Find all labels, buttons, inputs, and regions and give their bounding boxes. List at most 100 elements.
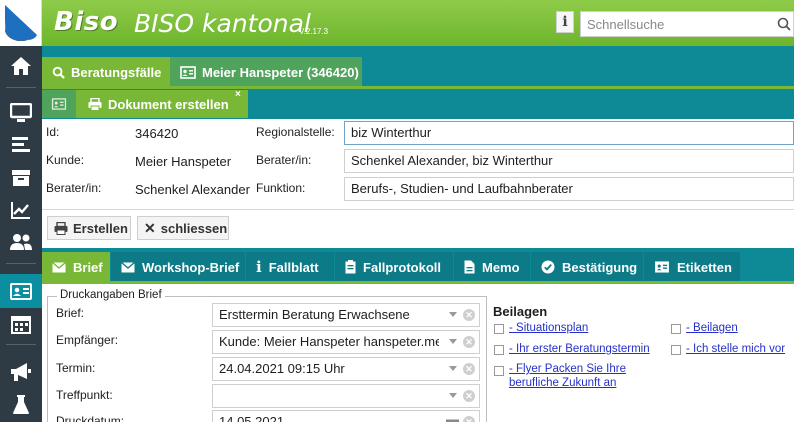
- tab-beratungsfaelle-label: Beratungsfälle: [71, 64, 162, 80]
- clear-icon[interactable]: ✕: [463, 390, 475, 402]
- tab-bestaetigung-label: Bestätigung: [562, 259, 638, 275]
- tab-brief[interactable]: Brief: [42, 252, 110, 282]
- regionalstelle-label: Regionalstelle:: [256, 125, 335, 139]
- search-icon: [52, 66, 65, 79]
- clear-icon[interactable]: ✕: [463, 416, 475, 422]
- id-value: 346420: [135, 126, 179, 141]
- close-icon[interactable]: ×: [235, 89, 241, 100]
- tab-client[interactable]: Meier Hanspeter (346420): [170, 57, 362, 87]
- tab-bestaetigung[interactable]: Bestätigung: [531, 252, 643, 282]
- termin-label: Termin:: [56, 361, 96, 375]
- subtab-dokument-label: Dokument erstellen: [108, 96, 229, 112]
- tab-workshop-brief-label: Workshop-Brief: [142, 259, 240, 275]
- id-card-icon: [655, 261, 669, 273]
- druckdatum-field[interactable]: 14.05.2021 ✕: [212, 410, 480, 422]
- empfaenger-label: Empfänger:: [56, 333, 119, 347]
- search-icon[interactable]: [777, 17, 791, 34]
- funktion-label: Funktion:: [256, 181, 306, 195]
- tab-fallprotokoll[interactable]: Fallprotokoll: [335, 252, 453, 282]
- erstellen-button[interactable]: Erstellen: [47, 216, 131, 240]
- erster-termin-checkbox[interactable]: [494, 345, 504, 355]
- clear-icon[interactable]: ✕: [463, 336, 475, 348]
- regionalstelle-field[interactable]: biz Winterthur: [344, 121, 794, 145]
- beilagen-checkbox[interactable]: [671, 324, 681, 334]
- funktion-field[interactable]: Berufs-, Studien- und Laufbahnberater: [344, 177, 794, 201]
- quick-search-input[interactable]: [581, 12, 771, 36]
- info-button[interactable]: i: [556, 11, 574, 33]
- brief-select[interactable]: Ersttermin Beratung Erwachsene ✕: [212, 303, 480, 327]
- subtab-dokument-erstellen[interactable]: Dokument erstellen: [76, 90, 248, 118]
- tab-fallblatt-label: Fallblatt: [268, 259, 319, 275]
- users-icon[interactable]: [0, 225, 42, 259]
- calendar-icon[interactable]: [0, 307, 42, 341]
- quick-search: [580, 11, 794, 37]
- close-icon: ✕: [144, 219, 156, 236]
- treffpunkt-select[interactable]: ✕: [212, 384, 480, 408]
- canton-logo: [0, 0, 42, 46]
- home-icon[interactable]: [0, 49, 42, 83]
- empfaenger-select-value: Kunde: Meier Hanspeter hanspeter.mei: [219, 334, 439, 349]
- erstellen-label: Erstellen: [73, 220, 128, 236]
- calendar-icon[interactable]: [446, 416, 459, 422]
- tab-beratungsfaelle[interactable]: Beratungsfälle: [42, 57, 170, 87]
- id-label: Id:: [46, 125, 60, 139]
- tab-etiketten[interactable]: Etiketten: [644, 252, 740, 282]
- beilagen-link[interactable]: - Beilagen: [686, 321, 738, 335]
- archive-icon[interactable]: [0, 161, 42, 195]
- chart-icon[interactable]: [0, 193, 42, 227]
- clear-icon[interactable]: ✕: [463, 309, 475, 321]
- tab-fallblatt[interactable]: i Fallblatt: [246, 252, 334, 282]
- empfaenger-select[interactable]: Kunde: Meier Hanspeter hanspeter.mei ✕: [212, 330, 480, 354]
- app-header: Biso BISO kantonal V.2.17.3 i: [0, 0, 794, 46]
- berater-stelle-field[interactable]: Schenkel Alexander, biz Winterthur: [344, 149, 794, 173]
- id-card-icon[interactable]: [0, 274, 42, 308]
- chevron-down-icon[interactable]: [449, 393, 457, 398]
- stelle-mich-vor-checkbox[interactable]: [671, 345, 681, 355]
- flyer-link-line2[interactable]: berufliche Zukunft an: [509, 376, 616, 390]
- tab-memo-label: Memo: [482, 259, 520, 275]
- brand-logo-text: Biso: [54, 7, 119, 37]
- list-icon[interactable]: [0, 128, 42, 162]
- tab-workshop-brief[interactable]: Workshop-Brief: [111, 252, 245, 282]
- situationsplan-link[interactable]: - Situationsplan: [509, 321, 588, 335]
- chevron-down-icon[interactable]: [449, 312, 457, 317]
- druckdatum-label: Druckdatum:: [56, 414, 125, 422]
- fieldset-legend: Druckangaben Brief: [57, 289, 165, 301]
- megaphone-icon[interactable]: [0, 355, 42, 389]
- schliessen-label: schliessen: [160, 220, 228, 236]
- tab-fallprotokoll-label: Fallprotokoll: [363, 259, 441, 275]
- treffpunkt-label: Treffpunkt:: [56, 388, 113, 402]
- divider: [42, 209, 794, 210]
- termin-select-value: 24.04.2021 09:15 Uhr: [219, 361, 345, 376]
- clipboard-icon: [345, 260, 356, 274]
- berater-stelle-label: Berater/in:: [256, 153, 312, 167]
- beilagen-heading: Beilagen: [493, 304, 548, 319]
- chevron-down-icon[interactable]: [449, 366, 457, 371]
- clear-icon[interactable]: ✕: [463, 363, 475, 375]
- situationsplan-checkbox[interactable]: [494, 324, 504, 334]
- tab-memo[interactable]: Memo: [454, 252, 530, 282]
- app-title: BISO kantonal: [134, 9, 311, 38]
- id-card-icon: [51, 98, 67, 110]
- flask-icon[interactable]: [0, 388, 42, 422]
- berater-label: Berater/in:: [46, 181, 102, 195]
- termin-select[interactable]: 24.04.2021 09:15 Uhr ✕: [212, 357, 480, 381]
- erster-termin-link[interactable]: - Ihr erster Beratungstermin: [509, 342, 650, 356]
- brief-select-value: Ersttermin Beratung Erwachsene: [219, 307, 410, 322]
- tab-underline: [42, 86, 794, 89]
- printer-icon: [54, 221, 68, 235]
- version-label: V.2.17.3: [299, 27, 329, 36]
- info-icon: i: [256, 258, 262, 276]
- chevron-down-icon[interactable]: [449, 339, 457, 344]
- envelope-icon: [52, 261, 66, 272]
- stelle-mich-vor-link[interactable]: - Ich stelle mich vor: [686, 342, 785, 356]
- flyer-checkbox[interactable]: [494, 366, 504, 376]
- printer-icon: [88, 97, 102, 111]
- subtab-client-details[interactable]: [42, 90, 76, 118]
- druckdatum-value: 14.05.2021: [219, 414, 285, 422]
- schliessen-button[interactable]: ✕ schliessen: [137, 216, 229, 240]
- kunde-label: Kunde:: [46, 153, 85, 167]
- file-icon: [464, 260, 475, 274]
- monitor-icon[interactable]: [0, 96, 42, 130]
- flyer-link[interactable]: - Flyer Packen Sie Ihre: [509, 362, 626, 376]
